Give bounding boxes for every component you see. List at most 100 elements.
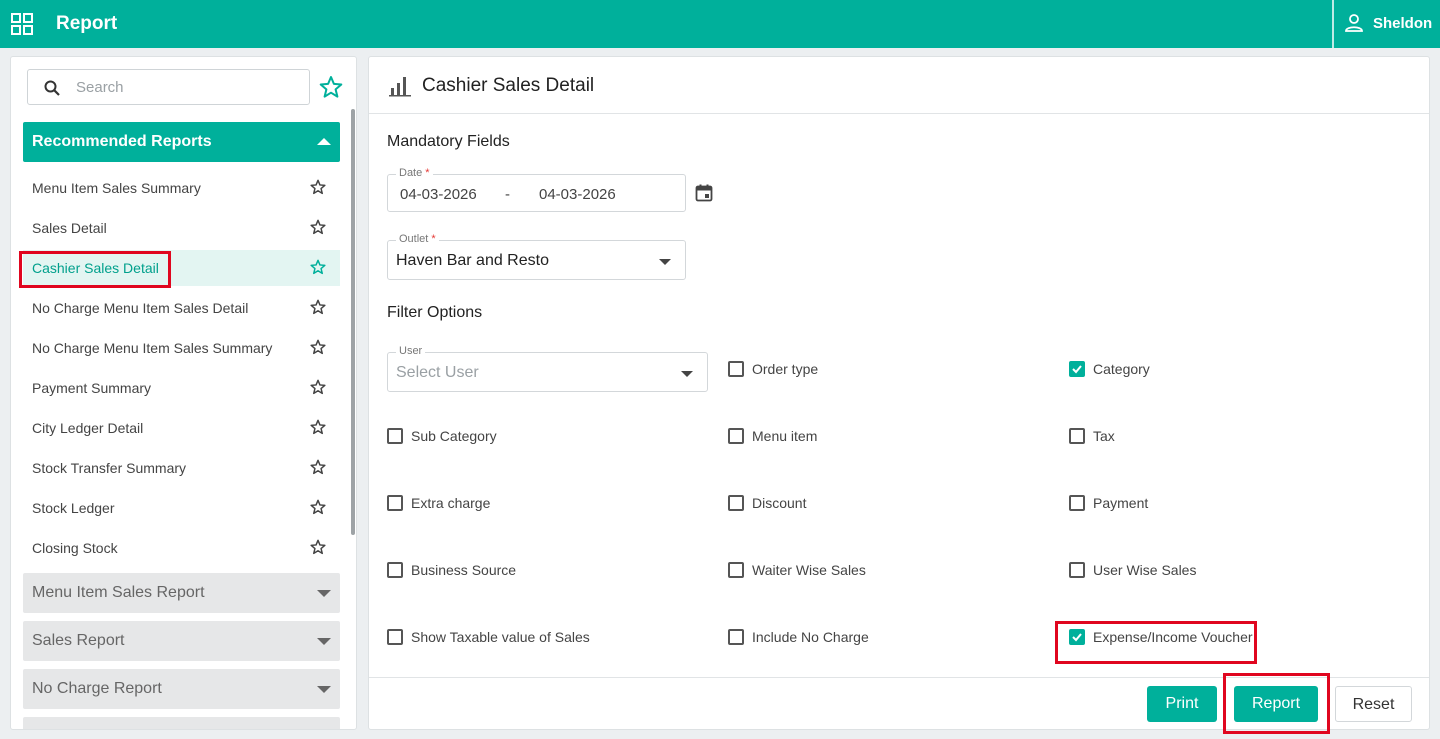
apps-grid-icon[interactable] [11, 13, 33, 35]
checkbox-empty-icon[interactable] [1069, 428, 1085, 444]
checkbox-empty-icon[interactable] [387, 562, 403, 578]
highlight-box-voucher [1055, 621, 1257, 664]
star-outline-icon[interactable] [310, 499, 326, 520]
star-outline-icon[interactable] [310, 339, 326, 360]
outlet-legend: Outlet * [396, 233, 439, 245]
report-list-item[interactable]: Menu Item Sales Summary [23, 170, 340, 206]
filter-checkbox-label: Tax [1093, 428, 1115, 444]
report-item-label: No Charge Menu Item Sales Detail [32, 300, 249, 316]
filter-checkbox-label: Sub Category [411, 428, 497, 444]
report-list-item[interactable]: Closing Stock [23, 530, 340, 566]
star-outline-icon[interactable] [310, 219, 326, 240]
report-item-label: Stock Ledger [32, 500, 115, 516]
checkbox-empty-icon[interactable] [728, 428, 744, 444]
favorites-star-icon[interactable] [319, 75, 343, 99]
dropdown-arrow-icon [659, 259, 671, 265]
checkbox-empty-icon[interactable] [728, 562, 744, 578]
report-item-label: Menu Item Sales Summary [32, 180, 201, 196]
caret-down-icon [317, 686, 331, 693]
star-outline-icon[interactable] [310, 379, 326, 400]
checkbox-checked-icon[interactable] [1069, 361, 1085, 377]
report-list-item[interactable]: No Charge Menu Item Sales Detail [23, 290, 340, 326]
outlet-select[interactable]: Outlet * Haven Bar and Resto [387, 233, 686, 280]
search-icon [44, 80, 60, 96]
mandatory-fields-title: Mandatory Fields [387, 133, 510, 150]
date-legend: Date * [396, 167, 433, 179]
star-outline-icon[interactable] [310, 419, 326, 440]
checkbox-empty-icon[interactable] [1069, 562, 1085, 578]
section-label: No Charge Report [32, 680, 162, 697]
section-sales-report[interactable]: Sales Report [23, 621, 340, 661]
bar-chart-icon [389, 77, 411, 97]
filter-checkbox-label: Business Source [411, 562, 517, 578]
filter-checkbox-label: Order type [752, 361, 819, 377]
calendar-icon[interactable] [695, 184, 713, 202]
checkbox-empty-icon[interactable] [387, 428, 403, 444]
checkbox-empty-icon[interactable] [1069, 495, 1085, 511]
report-list-item[interactable]: Payment Summary [23, 370, 340, 406]
search-input[interactable] [76, 76, 296, 98]
date-range-field[interactable]: Date * 04-03-2026 - 04-03-2026 [387, 167, 686, 212]
sidebar-scrollbar[interactable] [351, 109, 355, 535]
report-list-item[interactable]: Stock Transfer Summary [23, 450, 340, 486]
filter-checkbox-label: Waiter Wise Sales [752, 562, 866, 578]
recommended-reports-header[interactable]: Recommended Reports [23, 122, 340, 162]
user-legend: User [396, 345, 426, 357]
star-outline-icon[interactable] [310, 259, 326, 280]
reset-button[interactable]: Reset [1335, 686, 1412, 722]
star-outline-icon[interactable] [310, 539, 326, 560]
person-icon[interactable] [1344, 13, 1364, 33]
report-item-label: Stock Transfer Summary [32, 460, 187, 476]
dropdown-arrow-icon [681, 371, 693, 377]
filter-checkbox-label: Menu item [752, 428, 818, 444]
filter-checkbox-label: Include No Charge [752, 629, 869, 645]
report-item-label: No Charge Menu Item Sales Summary [32, 340, 273, 356]
date-label: Date [399, 167, 423, 179]
section-no-charge-report[interactable]: No Charge Report [23, 669, 340, 709]
required-mark: * [425, 167, 430, 179]
report-list-item[interactable]: Stock Ledger [23, 490, 340, 526]
search-box [27, 69, 310, 105]
user-select[interactable]: User Select User [387, 345, 708, 392]
user-placeholder: Select User [396, 364, 479, 381]
report-item-label: City Ledger Detail [32, 420, 144, 436]
checkbox-empty-icon[interactable] [728, 361, 744, 377]
section-menu-item-sales-report[interactable]: Menu Item Sales Report [23, 573, 340, 613]
recommended-reports-title: Recommended Reports [32, 133, 212, 150]
report-list-item[interactable]: Sales Detail [23, 210, 340, 246]
checkbox-empty-icon[interactable] [728, 495, 744, 511]
report-item-label: Payment Summary [32, 380, 152, 396]
date-separator: - [505, 186, 510, 203]
checkbox-empty-icon[interactable] [387, 629, 403, 645]
caret-down-icon [317, 638, 331, 645]
section-label: Sales Report [32, 632, 125, 649]
date-to[interactable]: 04-03-2026 [539, 186, 616, 203]
checkbox-empty-icon[interactable] [728, 629, 744, 645]
report-item-label: Sales Detail [32, 220, 107, 236]
user-name[interactable]: Sheldon [1373, 15, 1432, 32]
filter-checkbox-label: Payment [1093, 495, 1149, 511]
required-mark: * [431, 233, 436, 245]
filter-checkbox-label: Extra charge [411, 495, 491, 511]
topbar-divider [1332, 0, 1334, 48]
app-title: Report [56, 13, 118, 34]
filter-checkbox-label: User Wise Sales [1093, 562, 1197, 578]
report-list-item[interactable]: City Ledger Detail [23, 410, 340, 446]
date-from[interactable]: 04-03-2026 [400, 186, 477, 203]
top-app-bar: Report Sheldon [0, 0, 1440, 48]
checkbox-empty-icon[interactable] [387, 495, 403, 511]
caret-down-icon [317, 590, 331, 597]
print-button[interactable]: Print [1147, 686, 1217, 722]
report-title: Cashier Sales Detail [422, 75, 595, 96]
section-label: Menu Item Sales Report [32, 584, 205, 601]
star-outline-icon[interactable] [310, 299, 326, 320]
filter-options-title: Filter Options [387, 304, 483, 321]
section-more[interactable] [23, 717, 340, 729]
filter-checkbox-label: Category [1093, 361, 1150, 377]
star-outline-icon[interactable] [310, 179, 326, 200]
report-list-item[interactable]: No Charge Menu Item Sales Summary [23, 330, 340, 366]
report-header: Cashier Sales Detail [369, 57, 1429, 114]
star-outline-icon[interactable] [310, 459, 326, 480]
highlight-box-cashier [19, 251, 171, 288]
report-sidebar: Recommended Reports Menu Item Sales Summ… [10, 56, 357, 730]
